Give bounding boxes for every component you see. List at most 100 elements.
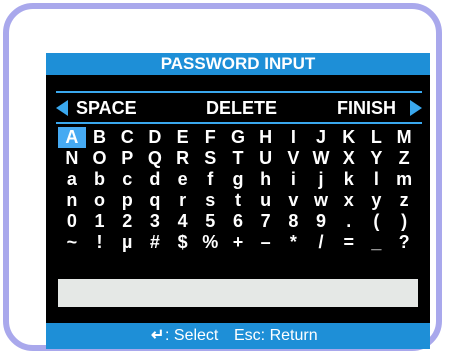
key[interactable]: 8 <box>280 211 308 232</box>
key[interactable]: X <box>335 148 363 169</box>
key[interactable]: D <box>141 127 169 148</box>
key[interactable]: x <box>335 190 363 211</box>
key[interactable]: W <box>307 148 335 169</box>
key[interactable]: N <box>58 148 86 169</box>
delete-button[interactable]: DELETE <box>206 97 277 119</box>
key[interactable]: P <box>113 148 141 169</box>
key[interactable]: H <box>252 127 280 148</box>
key[interactable]: $ <box>169 232 197 253</box>
key[interactable]: ? <box>390 232 418 253</box>
key[interactable]: 1 <box>86 211 114 232</box>
key[interactable]: i <box>280 169 308 190</box>
key[interactable]: U <box>252 148 280 169</box>
key[interactable]: ( <box>363 211 391 232</box>
key[interactable]: 3 <box>141 211 169 232</box>
key[interactable]: I <box>280 127 308 148</box>
key[interactable]: 5 <box>196 211 224 232</box>
password-field[interactable] <box>58 279 418 307</box>
key-row: 0 1 2 3 4 5 6 7 8 9.() <box>58 211 418 232</box>
key[interactable]: Z <box>390 148 418 169</box>
key[interactable]: y <box>363 190 391 211</box>
key[interactable]: L <box>363 127 391 148</box>
key[interactable]: t <box>224 190 252 211</box>
key[interactable]: ) <box>390 211 418 232</box>
enter-icon: ↵ <box>151 327 165 344</box>
key[interactable]: 0 <box>58 211 86 232</box>
key[interactable]: K <box>335 127 363 148</box>
key[interactable]: 9 <box>307 211 335 232</box>
key[interactable]: 4 <box>169 211 197 232</box>
key[interactable]: g <box>224 169 252 190</box>
arrow-left-icon[interactable] <box>56 100 68 116</box>
key-row: abcdefghijklm <box>58 169 418 190</box>
key[interactable]: h <box>252 169 280 190</box>
key[interactable]: # <box>141 232 169 253</box>
key[interactable]: G <box>224 127 252 148</box>
select-hint: : Select <box>165 327 219 344</box>
key[interactable]: F <box>196 127 224 148</box>
finish-button[interactable]: FINISH <box>337 97 396 119</box>
arrow-right-icon[interactable] <box>410 100 422 116</box>
key[interactable]: E <box>169 127 197 148</box>
key[interactable]: l <box>363 169 391 190</box>
key[interactable]: p <box>113 190 141 211</box>
key[interactable]: 7 <box>252 211 280 232</box>
key[interactable]: = <box>335 232 363 253</box>
key[interactable]: a <box>58 169 86 190</box>
key-row: ~! µ # $% + – * / = _? <box>58 232 418 253</box>
key[interactable]: 6 <box>224 211 252 232</box>
device-bezel: PASSWORD INPUT SPACE DELETE FINISH ABCDE… <box>3 3 442 351</box>
key[interactable]: + <box>224 232 252 253</box>
key[interactable]: J <box>307 127 335 148</box>
key[interactable]: e <box>169 169 197 190</box>
key[interactable]: C <box>113 127 141 148</box>
top-divider <box>56 91 422 93</box>
space-button[interactable]: SPACE <box>76 97 137 119</box>
key-row: nopqrstuvwxyz <box>58 190 418 211</box>
keyboard-grid: ABCDEFGHIJKLMNOPQRSTUVWXYZabcdefghijklmn… <box>58 127 418 253</box>
key[interactable]: B <box>86 127 114 148</box>
return-hint: Esc: Return <box>234 327 318 344</box>
key[interactable]: d <box>141 169 169 190</box>
key[interactable]: O <box>86 148 114 169</box>
key[interactable]: c <box>113 169 141 190</box>
key[interactable]: s <box>196 190 224 211</box>
key[interactable]: f <box>196 169 224 190</box>
key[interactable]: _ <box>363 232 391 253</box>
key[interactable]: k <box>335 169 363 190</box>
key[interactable]: µ <box>113 232 141 253</box>
key[interactable]: Q <box>141 148 169 169</box>
key[interactable]: A <box>58 127 86 148</box>
key[interactable]: m <box>390 169 418 190</box>
key[interactable]: w <box>307 190 335 211</box>
bottom-divider <box>56 122 422 124</box>
key[interactable]: T <box>224 148 252 169</box>
key[interactable]: z <box>390 190 418 211</box>
key[interactable]: n <box>58 190 86 211</box>
key[interactable]: b <box>86 169 114 190</box>
key[interactable]: 2 <box>113 211 141 232</box>
key[interactable]: ~ <box>58 232 86 253</box>
page-title: PASSWORD INPUT <box>160 54 316 73</box>
key[interactable]: r <box>169 190 197 211</box>
footer-bar: ↵ : Select Esc: Return <box>46 323 430 349</box>
key-row: ABCDEFGHIJKLM <box>58 127 418 148</box>
key[interactable]: j <box>307 169 335 190</box>
key[interactable]: o <box>86 190 114 211</box>
key[interactable]: R <box>169 148 197 169</box>
key[interactable]: Y <box>363 148 391 169</box>
key[interactable]: V <box>280 148 308 169</box>
key[interactable]: % <box>196 232 224 253</box>
key[interactable]: v <box>280 190 308 211</box>
key[interactable]: / <box>307 232 335 253</box>
key[interactable]: . <box>335 211 363 232</box>
key[interactable]: – <box>252 232 280 253</box>
key[interactable]: ! <box>86 232 114 253</box>
key[interactable]: u <box>252 190 280 211</box>
title-bar: PASSWORD INPUT <box>46 53 430 75</box>
key[interactable]: M <box>390 127 418 148</box>
key[interactable]: q <box>141 190 169 211</box>
key[interactable]: * <box>280 232 308 253</box>
control-row: SPACE DELETE FINISH <box>56 95 422 121</box>
key[interactable]: S <box>196 148 224 169</box>
